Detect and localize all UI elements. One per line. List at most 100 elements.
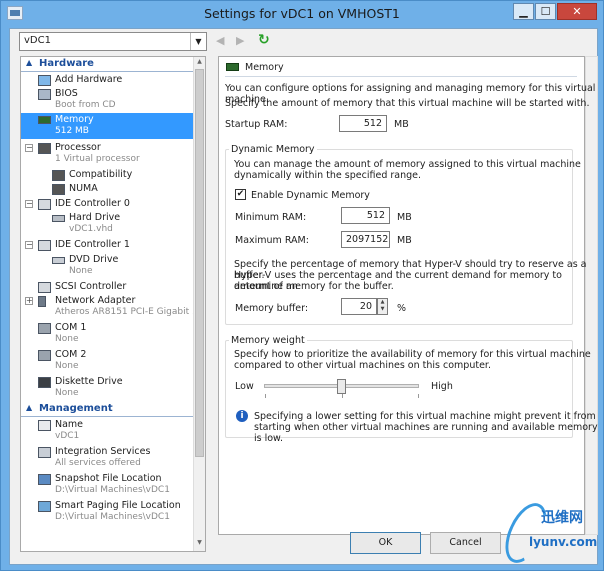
site-watermark-logo: 迅维网 lyunv.com (497, 496, 597, 570)
integration-services-icon (38, 447, 51, 458)
tree-item-label: Name (55, 419, 84, 430)
cancel-button[interactable]: Cancel (430, 532, 501, 554)
network-adapter-icon (38, 296, 46, 307)
collapse-minus-icon[interactable]: − (25, 144, 33, 152)
expand-plus-icon[interactable]: + (25, 297, 33, 305)
close-button[interactable]: ✕ (557, 3, 597, 20)
tree-item-snapshot-file-location[interactable]: Snapshot File Location D:\Virtual Machin… (21, 472, 194, 498)
startup-ram-label: Startup RAM: (225, 119, 288, 130)
tree-item-label: IDE Controller 1 (55, 239, 130, 250)
tree-item-label: COM 1 (55, 322, 87, 333)
ok-button[interactable]: OK (350, 532, 421, 554)
tree-item-numa[interactable]: NUMA (21, 182, 194, 196)
weight-info-line-2: starting when other virtual machines are… (254, 422, 598, 444)
memory-panel-title: Memory (245, 62, 284, 73)
minimize-button[interactable]: ▁ (513, 3, 534, 20)
dvd-drive-icon (52, 257, 65, 264)
tree-item-network-adapter[interactable]: + Network Adapter Atheros AR8151 PCI-E G… (21, 294, 201, 320)
tree-item-subtext: Atheros AR8151 PCI-E Gigabit ... (55, 307, 201, 317)
chevron-down-icon[interactable]: ▼ (190, 33, 206, 50)
ide-controller-icon (38, 240, 51, 251)
tree-item-integration-services[interactable]: Integration Services All services offere… (21, 445, 194, 471)
forward-button[interactable]: ▶ (236, 34, 244, 47)
tree-item-com-2[interactable]: COM 2 None (21, 348, 194, 374)
memory-module-icon (38, 116, 51, 124)
diskette-icon (38, 377, 51, 388)
tree-scrollbar[interactable]: ▲ ▼ (193, 57, 205, 551)
hard-drive-icon (52, 215, 65, 222)
memory-weight-desc-1: Specify how to prioritize the availabili… (234, 349, 591, 360)
enable-dynamic-memory-label: Enable Dynamic Memory (251, 190, 370, 201)
tree-item-label: SCSI Controller (55, 281, 127, 292)
tree-item-com-1[interactable]: COM 1 None (21, 321, 194, 347)
memory-weight-desc-2: compared to other virtual machines on th… (234, 360, 491, 371)
tree-item-subtext: D:\Virtual Machines\vDC1 (55, 485, 170, 495)
tree-scroll-thumb[interactable] (195, 69, 204, 457)
tree-item-label: Processor (55, 142, 101, 153)
tree-item-subtext: vDC1 (55, 431, 80, 441)
tree-item-processor[interactable]: − Processor 1 Virtual processor (21, 141, 194, 167)
tree-item-bios[interactable]: BIOS Boot from CD (21, 87, 194, 113)
tree-item-label: NUMA (69, 183, 98, 194)
tree-item-memory[interactable]: Memory 512 MB (21, 113, 194, 139)
snapshot-icon (38, 474, 51, 485)
scroll-up-icon[interactable]: ▲ (194, 58, 205, 69)
management-header-label: Management (39, 403, 113, 414)
refresh-icon[interactable]: ↻ (258, 32, 270, 48)
hardware-header-label: Hardware (39, 58, 94, 69)
tree-item-subtext: None (55, 334, 79, 344)
minimum-ram-input[interactable]: 512 (341, 207, 390, 224)
tree-item-label: BIOS (55, 88, 78, 99)
tree-item-subtext: None (55, 361, 79, 371)
memory-buffer-input[interactable]: 20 (341, 298, 377, 315)
tree-item-compatibility[interactable]: Compatibility (21, 168, 194, 182)
stepper-up-icon[interactable]: ▲ (378, 299, 387, 306)
memory-buffer-stepper[interactable]: ▲ ▼ (377, 298, 388, 315)
scroll-down-icon[interactable]: ▼ (194, 539, 205, 550)
dynamic-memory-desc-2: dynamically within the specified range. (234, 170, 422, 181)
tree-item-scsi-controller[interactable]: SCSI Controller (21, 280, 194, 294)
tree-item-name[interactable]: Name vDC1 (21, 418, 194, 444)
slider-tick (418, 394, 419, 398)
maximize-button[interactable]: ☐ (535, 3, 556, 20)
collapse-chevron-icon: ▲ (26, 403, 33, 412)
enable-dynamic-memory-checkbox[interactable]: ✔ (235, 189, 246, 200)
tree-item-label: COM 2 (55, 349, 87, 360)
tree-item-ide-controller-1[interactable]: − IDE Controller 1 (21, 238, 194, 252)
tree-item-add-hardware[interactable]: Add Hardware (21, 73, 194, 87)
management-section-header[interactable]: ▲ Management (21, 403, 194, 417)
memory-panel-header: Memory (225, 61, 577, 77)
stepper-down-icon[interactable]: ▼ (378, 306, 387, 313)
tree-item-label: Snapshot File Location (55, 473, 162, 484)
tree-item-label: Diskette Drive (55, 376, 123, 387)
hardware-section-header[interactable]: ▲ Hardware (21, 58, 194, 72)
tree-item-diskette-drive[interactable]: Diskette Drive None (21, 375, 194, 401)
com-port-icon (38, 323, 51, 334)
dynamic-memory-title: Dynamic Memory (229, 144, 317, 155)
maximum-ram-label: Maximum RAM: (235, 235, 309, 246)
collapse-minus-icon[interactable]: − (25, 241, 33, 249)
maximum-ram-input[interactable]: 2097152 (341, 231, 390, 248)
weight-high-label: High (431, 381, 453, 392)
tree-item-subtext: D:\Virtual Machines\vDC1 (55, 512, 170, 522)
tree-item-label: Hard Drive (69, 212, 121, 223)
vm-selector-dropdown[interactable]: vDC1 ▼ (19, 32, 207, 51)
collapse-minus-icon[interactable]: − (25, 200, 33, 208)
info-icon: i (236, 410, 248, 422)
tree-item-label: Integration Services (55, 446, 151, 457)
tree-item-hard-drive[interactable]: Hard Drive vDC1.vhd (21, 211, 194, 237)
memory-weight-slider-thumb[interactable] (336, 379, 346, 394)
startup-ram-input[interactable]: 512 (339, 115, 387, 132)
tree-item-label: Memory (55, 114, 94, 125)
tree-item-smart-paging-file-location[interactable]: Smart Paging File Location D:\Virtual Ma… (21, 499, 194, 525)
tree-item-ide-controller-0[interactable]: − IDE Controller 0 (21, 197, 194, 211)
tree-item-label: DVD Drive (69, 254, 119, 265)
memory-buffer-unit: % (397, 303, 407, 314)
tree-item-subtext: Boot from CD (55, 100, 116, 110)
tree-item-dvd-drive[interactable]: DVD Drive None (21, 253, 194, 279)
panel-scrollbar[interactable] (585, 56, 598, 535)
back-button[interactable]: ◀ (216, 34, 224, 47)
tree-item-label: Compatibility (69, 169, 133, 180)
ide-controller-icon (38, 199, 51, 210)
startup-ram-unit: MB (394, 119, 409, 130)
